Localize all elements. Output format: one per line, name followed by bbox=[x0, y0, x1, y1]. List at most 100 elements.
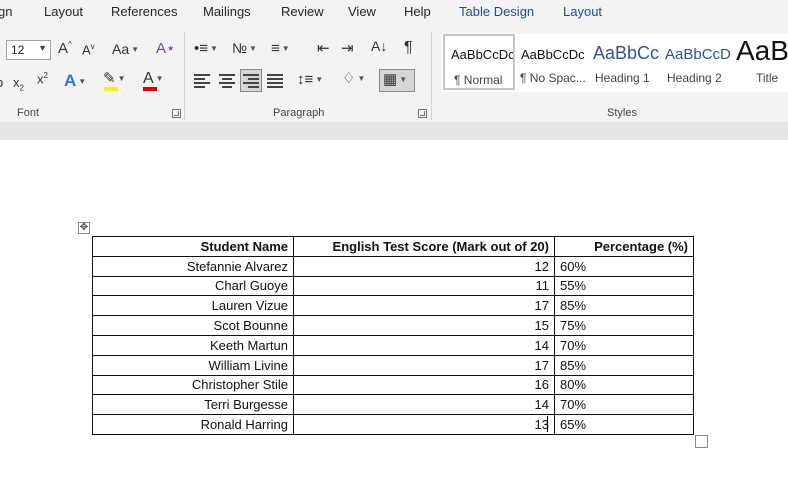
style-normal[interactable]: AaBbCcDc ¶ Normal bbox=[443, 34, 515, 90]
ribbon: 12 ▼ A^ Av Aa▼ A⋆ b x2 x2 A▼ ✎▼ A▼ Font … bbox=[0, 24, 788, 122]
table-row: Keeth Martun 14 70% bbox=[92, 334, 694, 356]
highlight-color-bar bbox=[104, 87, 118, 91]
increase-indent-icon[interactable]: ⇥ bbox=[341, 41, 354, 56]
cell-score[interactable]: 11 bbox=[293, 275, 555, 297]
cell-score[interactable]: 17 bbox=[293, 295, 555, 317]
paragraph-group-label: Paragraph bbox=[273, 107, 325, 119]
font-dialog-launcher-icon[interactable] bbox=[172, 109, 181, 118]
cell-student-name[interactable]: Stefannie Alvarez bbox=[92, 255, 294, 277]
style-name: ¶ No Spac... bbox=[520, 71, 586, 85]
student-scores-table[interactable]: Student Name English Test Score (Mark ou… bbox=[92, 236, 694, 435]
table-row: William Livine 17 85% bbox=[92, 354, 694, 376]
header-english-score[interactable]: English Test Score (Mark out of 20) bbox=[293, 236, 555, 257]
align-center-icon[interactable] bbox=[219, 74, 235, 88]
style-name: Heading 1 bbox=[595, 71, 650, 85]
tab-design[interactable]: gn bbox=[0, 4, 12, 19]
decrease-indent-icon[interactable]: ⇤ bbox=[317, 41, 330, 56]
cell-score[interactable]: 12 bbox=[293, 255, 555, 277]
table-header-row: Student Name English Test Score (Mark ou… bbox=[92, 236, 694, 257]
style-sample: AaBbCcD bbox=[665, 46, 731, 63]
cell-percentage[interactable]: 70% bbox=[554, 394, 694, 416]
ribbon-divider bbox=[0, 122, 788, 140]
superscript-icon[interactable]: x2 bbox=[37, 72, 48, 86]
header-student-name[interactable]: Student Name bbox=[92, 236, 294, 257]
borders-icon: ▦ ▼ bbox=[383, 71, 408, 88]
cell-percentage[interactable]: 65% bbox=[554, 414, 694, 435]
cell-percentage[interactable]: 70% bbox=[554, 334, 694, 356]
cell-student-name[interactable]: Charl Guoye bbox=[92, 275, 294, 297]
tab-review[interactable]: Review bbox=[281, 4, 324, 19]
justify-icon[interactable] bbox=[267, 74, 283, 88]
sort-icon[interactable]: A↓ bbox=[371, 39, 387, 53]
tab-table-layout[interactable]: Layout bbox=[563, 4, 602, 19]
menu-bar: gn Layout References Mailings Review Vie… bbox=[0, 0, 788, 24]
strikethrough-icon[interactable]: b bbox=[0, 76, 3, 89]
table-row: Scot Bounne 15 75% bbox=[92, 315, 694, 336]
tab-help[interactable]: Help bbox=[404, 4, 431, 19]
style-name: Title bbox=[756, 71, 779, 85]
tab-view[interactable]: View bbox=[348, 4, 376, 19]
cell-student-name[interactable]: Lauren Vizue bbox=[92, 295, 294, 317]
cell-percentage[interactable]: 60% bbox=[554, 255, 694, 277]
cell-student-name[interactable]: Scot Bounne bbox=[92, 315, 294, 336]
header-percentage[interactable]: Percentage (%) bbox=[554, 236, 694, 257]
cell-student-name[interactable]: Christopher Stile bbox=[92, 374, 294, 396]
table-row: Terri Burgesse 14 70% bbox=[92, 394, 694, 416]
cell-percentage[interactable]: 80% bbox=[554, 374, 694, 396]
group-divider bbox=[184, 32, 185, 120]
show-formatting-icon[interactable]: ¶ bbox=[404, 40, 413, 56]
tab-layout[interactable]: Layout bbox=[44, 4, 83, 19]
subscript-icon[interactable]: x2 bbox=[13, 76, 24, 93]
tab-references[interactable]: References bbox=[111, 4, 177, 19]
cell-student-name[interactable]: Ronald Harring bbox=[92, 414, 294, 435]
style-heading-2[interactable]: AaBbCcD Heading 2 bbox=[661, 34, 733, 90]
table-row: Ronald Harring 13 65% bbox=[92, 414, 694, 435]
style-heading-1[interactable]: AaBbCc Heading 1 bbox=[589, 34, 660, 90]
change-case-icon[interactable]: Aa ▼ bbox=[112, 42, 139, 56]
cell-student-name[interactable]: Terri Burgesse bbox=[92, 394, 294, 416]
shrink-font-icon[interactable]: Av bbox=[82, 43, 95, 57]
line-spacing-icon[interactable]: ↕≡ ▼ bbox=[297, 72, 323, 87]
table-resize-handle-icon[interactable] bbox=[695, 435, 708, 448]
highlight-icon[interactable]: ✎ ▼ bbox=[103, 71, 126, 86]
chevron-down-icon: ▼ bbox=[38, 43, 47, 53]
numbering-icon[interactable]: № ▼ bbox=[232, 41, 257, 55]
cell-score[interactable]: 14 bbox=[293, 394, 555, 416]
shading-icon[interactable]: ♢ ▼ bbox=[342, 71, 365, 86]
cell-percentage[interactable]: 75% bbox=[554, 315, 694, 336]
cell-student-name[interactable]: Keeth Martun bbox=[92, 334, 294, 356]
table-row: Lauren Vizue 17 85% bbox=[92, 295, 694, 317]
cell-percentage[interactable]: 85% bbox=[554, 295, 694, 317]
cell-student-name[interactable]: William Livine bbox=[92, 354, 294, 376]
cell-score[interactable]: 13 bbox=[293, 414, 555, 435]
style-name: ¶ Normal bbox=[454, 73, 503, 87]
style-sample: AaBbCc bbox=[593, 43, 660, 63]
table-row: Christopher Stile 16 80% bbox=[92, 374, 694, 396]
font-color-bar bbox=[143, 87, 157, 91]
style-title[interactable]: AaB Title bbox=[734, 34, 788, 90]
font-color-icon[interactable]: A ▼ bbox=[143, 71, 164, 87]
style-no-spacing[interactable]: AaBbCcDc ¶ No Spac... bbox=[517, 34, 588, 90]
font-size-value: 12 bbox=[11, 43, 25, 57]
clear-formatting-icon[interactable]: A⋆ bbox=[156, 41, 175, 56]
cell-percentage[interactable]: 55% bbox=[554, 275, 694, 297]
multilevel-list-icon[interactable]: ≡ ▼ bbox=[271, 41, 290, 56]
font-size-combo[interactable]: 12 ▼ bbox=[6, 40, 51, 60]
tab-mailings[interactable]: Mailings bbox=[203, 4, 251, 19]
table-row: Stefannie Alvarez 12 60% bbox=[92, 255, 694, 277]
cell-score[interactable]: 17 bbox=[293, 354, 555, 376]
paragraph-dialog-launcher-icon[interactable] bbox=[418, 109, 427, 118]
grow-font-icon[interactable]: A^ bbox=[58, 41, 72, 57]
tab-table-design[interactable]: Table Design bbox=[459, 4, 534, 19]
cell-score[interactable]: 15 bbox=[293, 315, 555, 336]
bullets-icon[interactable]: •≡ ▼ bbox=[194, 41, 218, 56]
cell-score[interactable]: 16 bbox=[293, 374, 555, 396]
cell-percentage[interactable]: 85% bbox=[554, 354, 694, 376]
align-left-icon[interactable] bbox=[194, 74, 210, 88]
font-group-label: Font bbox=[17, 107, 40, 119]
text-effects-icon[interactable]: A ▼ bbox=[64, 72, 86, 89]
table-move-handle-icon[interactable]: ✥ bbox=[78, 222, 90, 234]
style-sample: AaB bbox=[736, 35, 788, 66]
cell-score[interactable]: 14 bbox=[293, 334, 555, 356]
styles-gallery: AaBbCcDc ¶ Normal AaBbCcDc ¶ No Spac... … bbox=[441, 34, 788, 92]
